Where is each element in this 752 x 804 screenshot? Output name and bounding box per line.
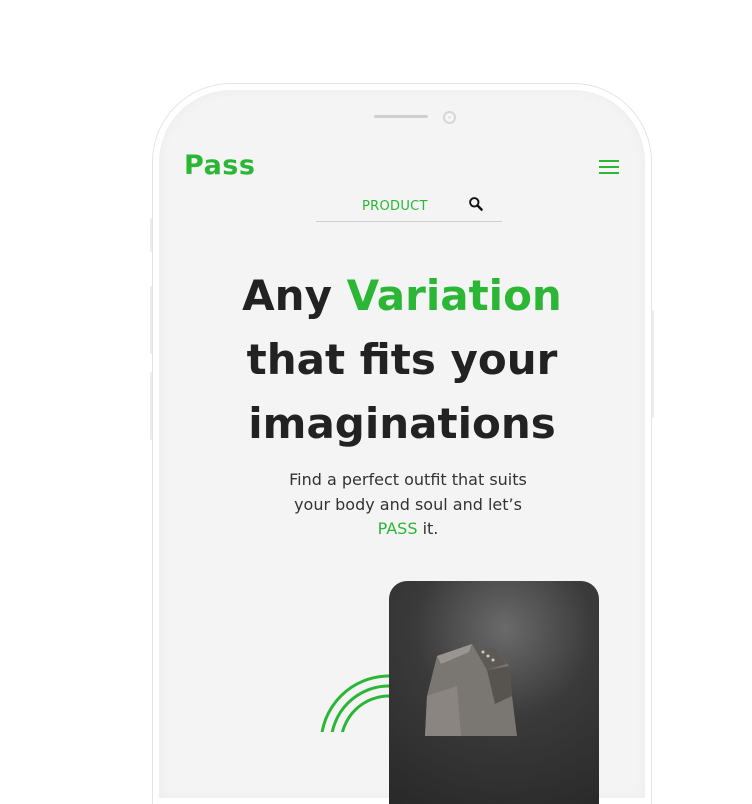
subtitle-highlight: PASS <box>377 519 418 538</box>
subtitle-end: it. <box>422 519 439 538</box>
search-icon[interactable] <box>468 196 484 212</box>
search-input[interactable]: PRODUCT <box>362 199 428 214</box>
phone-speaker <box>374 115 428 118</box>
logo[interactable]: Pass <box>184 150 255 181</box>
product-photo[interactable] <box>389 581 599 804</box>
subtitle-line-1: Find a perfect outfit that suits <box>289 470 527 489</box>
headline-line-2: that fits your <box>246 335 558 384</box>
headline-line-3: imaginations <box>248 399 556 448</box>
hero-headline: Any Variation that fits your imagination… <box>153 264 651 456</box>
boot-image <box>425 644 517 736</box>
phone-camera-icon <box>443 111 456 124</box>
phone-mockup: Pass PRODUCT Any Variation that fits you… <box>153 84 651 804</box>
subtitle-line-2: your body and soul and let’s <box>294 494 522 514</box>
hamburger-menu-icon[interactable] <box>599 159 619 175</box>
headline-word-any: Any <box>242 271 332 320</box>
headline-word-variation: Variation <box>346 271 562 320</box>
hero-subtitle: Find a perfect outfit that suits your bo… <box>153 468 651 542</box>
search-bar[interactable]: PRODUCT <box>316 188 502 222</box>
